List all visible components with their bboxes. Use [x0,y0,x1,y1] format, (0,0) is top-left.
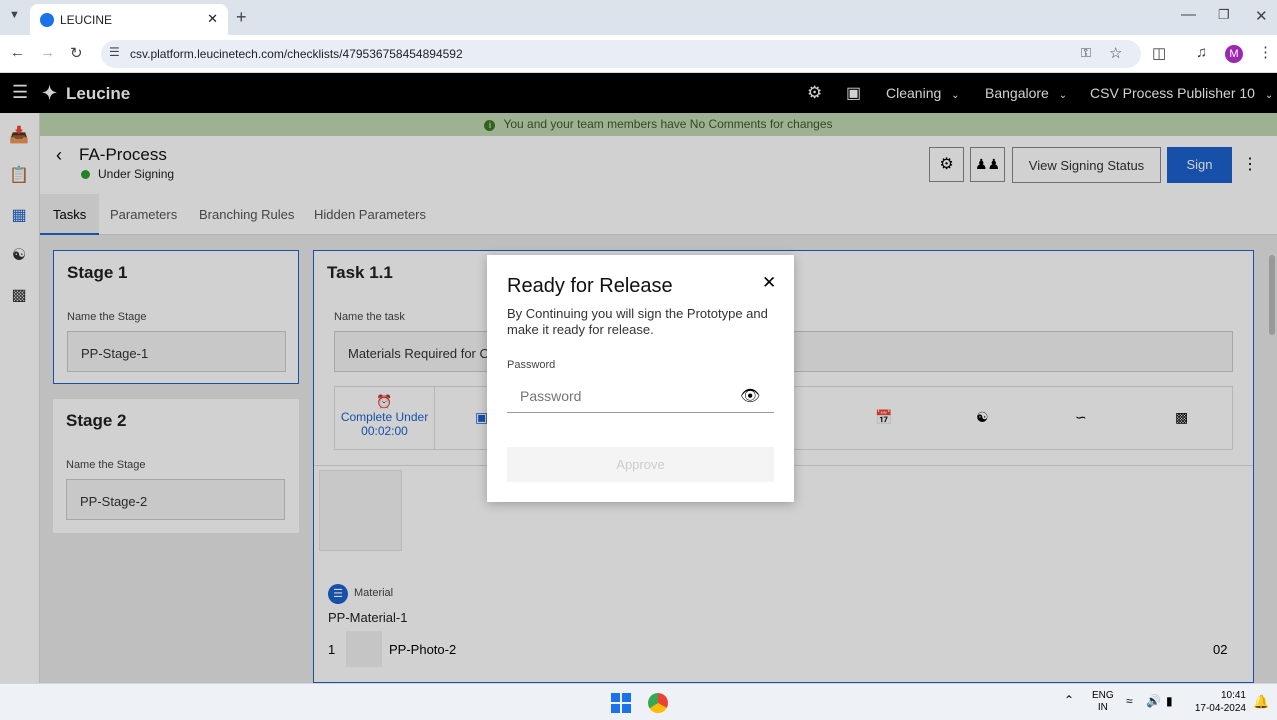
dialog-description: By Continuing you will sign the Prototyp… [507,306,768,337]
media-control-icon[interactable]: ♫ [1196,44,1207,61]
restore-icon[interactable]: ❐ [1218,7,1230,23]
clock[interactable]: 10:41 17-04-2024 [1190,689,1246,715]
url-text: csv.platform.leucinetech.com/checklists/… [130,47,463,61]
browser-tab[interactable]: LEUCINE ✕ [30,4,228,35]
os-taskbar: ⌃ ENG IN ≈ 🔊 ▮ 10:41 17-04-2024 🔔 [0,683,1277,720]
close-tab-icon[interactable]: ✕ [207,11,218,27]
battery-icon[interactable]: ▮ [1166,694,1173,708]
notification-bell-icon[interactable]: 🔔 [1253,694,1269,710]
approve-button[interactable]: Approve [507,447,774,482]
clock-time: 10:41 [1220,690,1246,701]
close-window-icon[interactable]: ✕ [1255,7,1268,25]
new-tab-icon[interactable]: + [236,7,247,28]
show-hidden-icons-icon[interactable]: ⌃ [1064,693,1074,707]
region-code: IN [1097,702,1108,713]
reload-icon[interactable]: ↻ [70,44,83,62]
minimize-icon[interactable]: — [1181,6,1196,23]
back-icon[interactable]: ← [10,44,25,61]
close-icon[interactable]: ✕ [762,273,776,293]
dialog-title: Ready for Release [507,275,673,297]
browser-tab-title: LEUCINE [60,13,113,27]
chrome-app-icon[interactable] [648,693,668,713]
wifi-icon[interactable]: ≈ [1126,694,1133,708]
address-bar-row: ← → ↻ ☰ csv.platform.leucinetech.com/che… [0,35,1277,73]
site-info-icon[interactable]: ☰ [109,45,120,59]
browser-tab-bar: ▼ LEUCINE ✕ + — ❐ ✕ [0,0,1277,35]
url-input[interactable]: ☰ csv.platform.leucinetech.com/checklist… [101,40,1141,68]
extensions-icon[interactable]: ◫ [1152,44,1166,62]
volume-icon[interactable]: 🔊 [1146,694,1161,708]
tab-search-icon[interactable]: ▼ [9,9,20,21]
windows-start-icon[interactable] [611,693,631,713]
browser-menu-icon[interactable]: ⋮ [1258,43,1273,61]
password-input[interactable] [507,379,774,413]
profile-avatar[interactable]: M [1225,45,1243,63]
ready-for-release-dialog: Ready for Release ✕ By Continuing you wi… [487,255,794,502]
language-code: ENG [1092,690,1114,701]
language-indicator[interactable]: ENG IN [1092,690,1114,714]
eye-icon[interactable]: 👁 [740,386,760,406]
bookmark-star-icon[interactable]: ☆ [1109,44,1122,62]
clock-date: 17-04-2024 [1194,703,1246,714]
password-key-icon[interactable]: ⚿ [1081,45,1091,61]
forward-icon[interactable]: → [40,44,55,61]
leucine-favicon-icon [40,13,54,27]
password-label: Password [507,359,556,371]
